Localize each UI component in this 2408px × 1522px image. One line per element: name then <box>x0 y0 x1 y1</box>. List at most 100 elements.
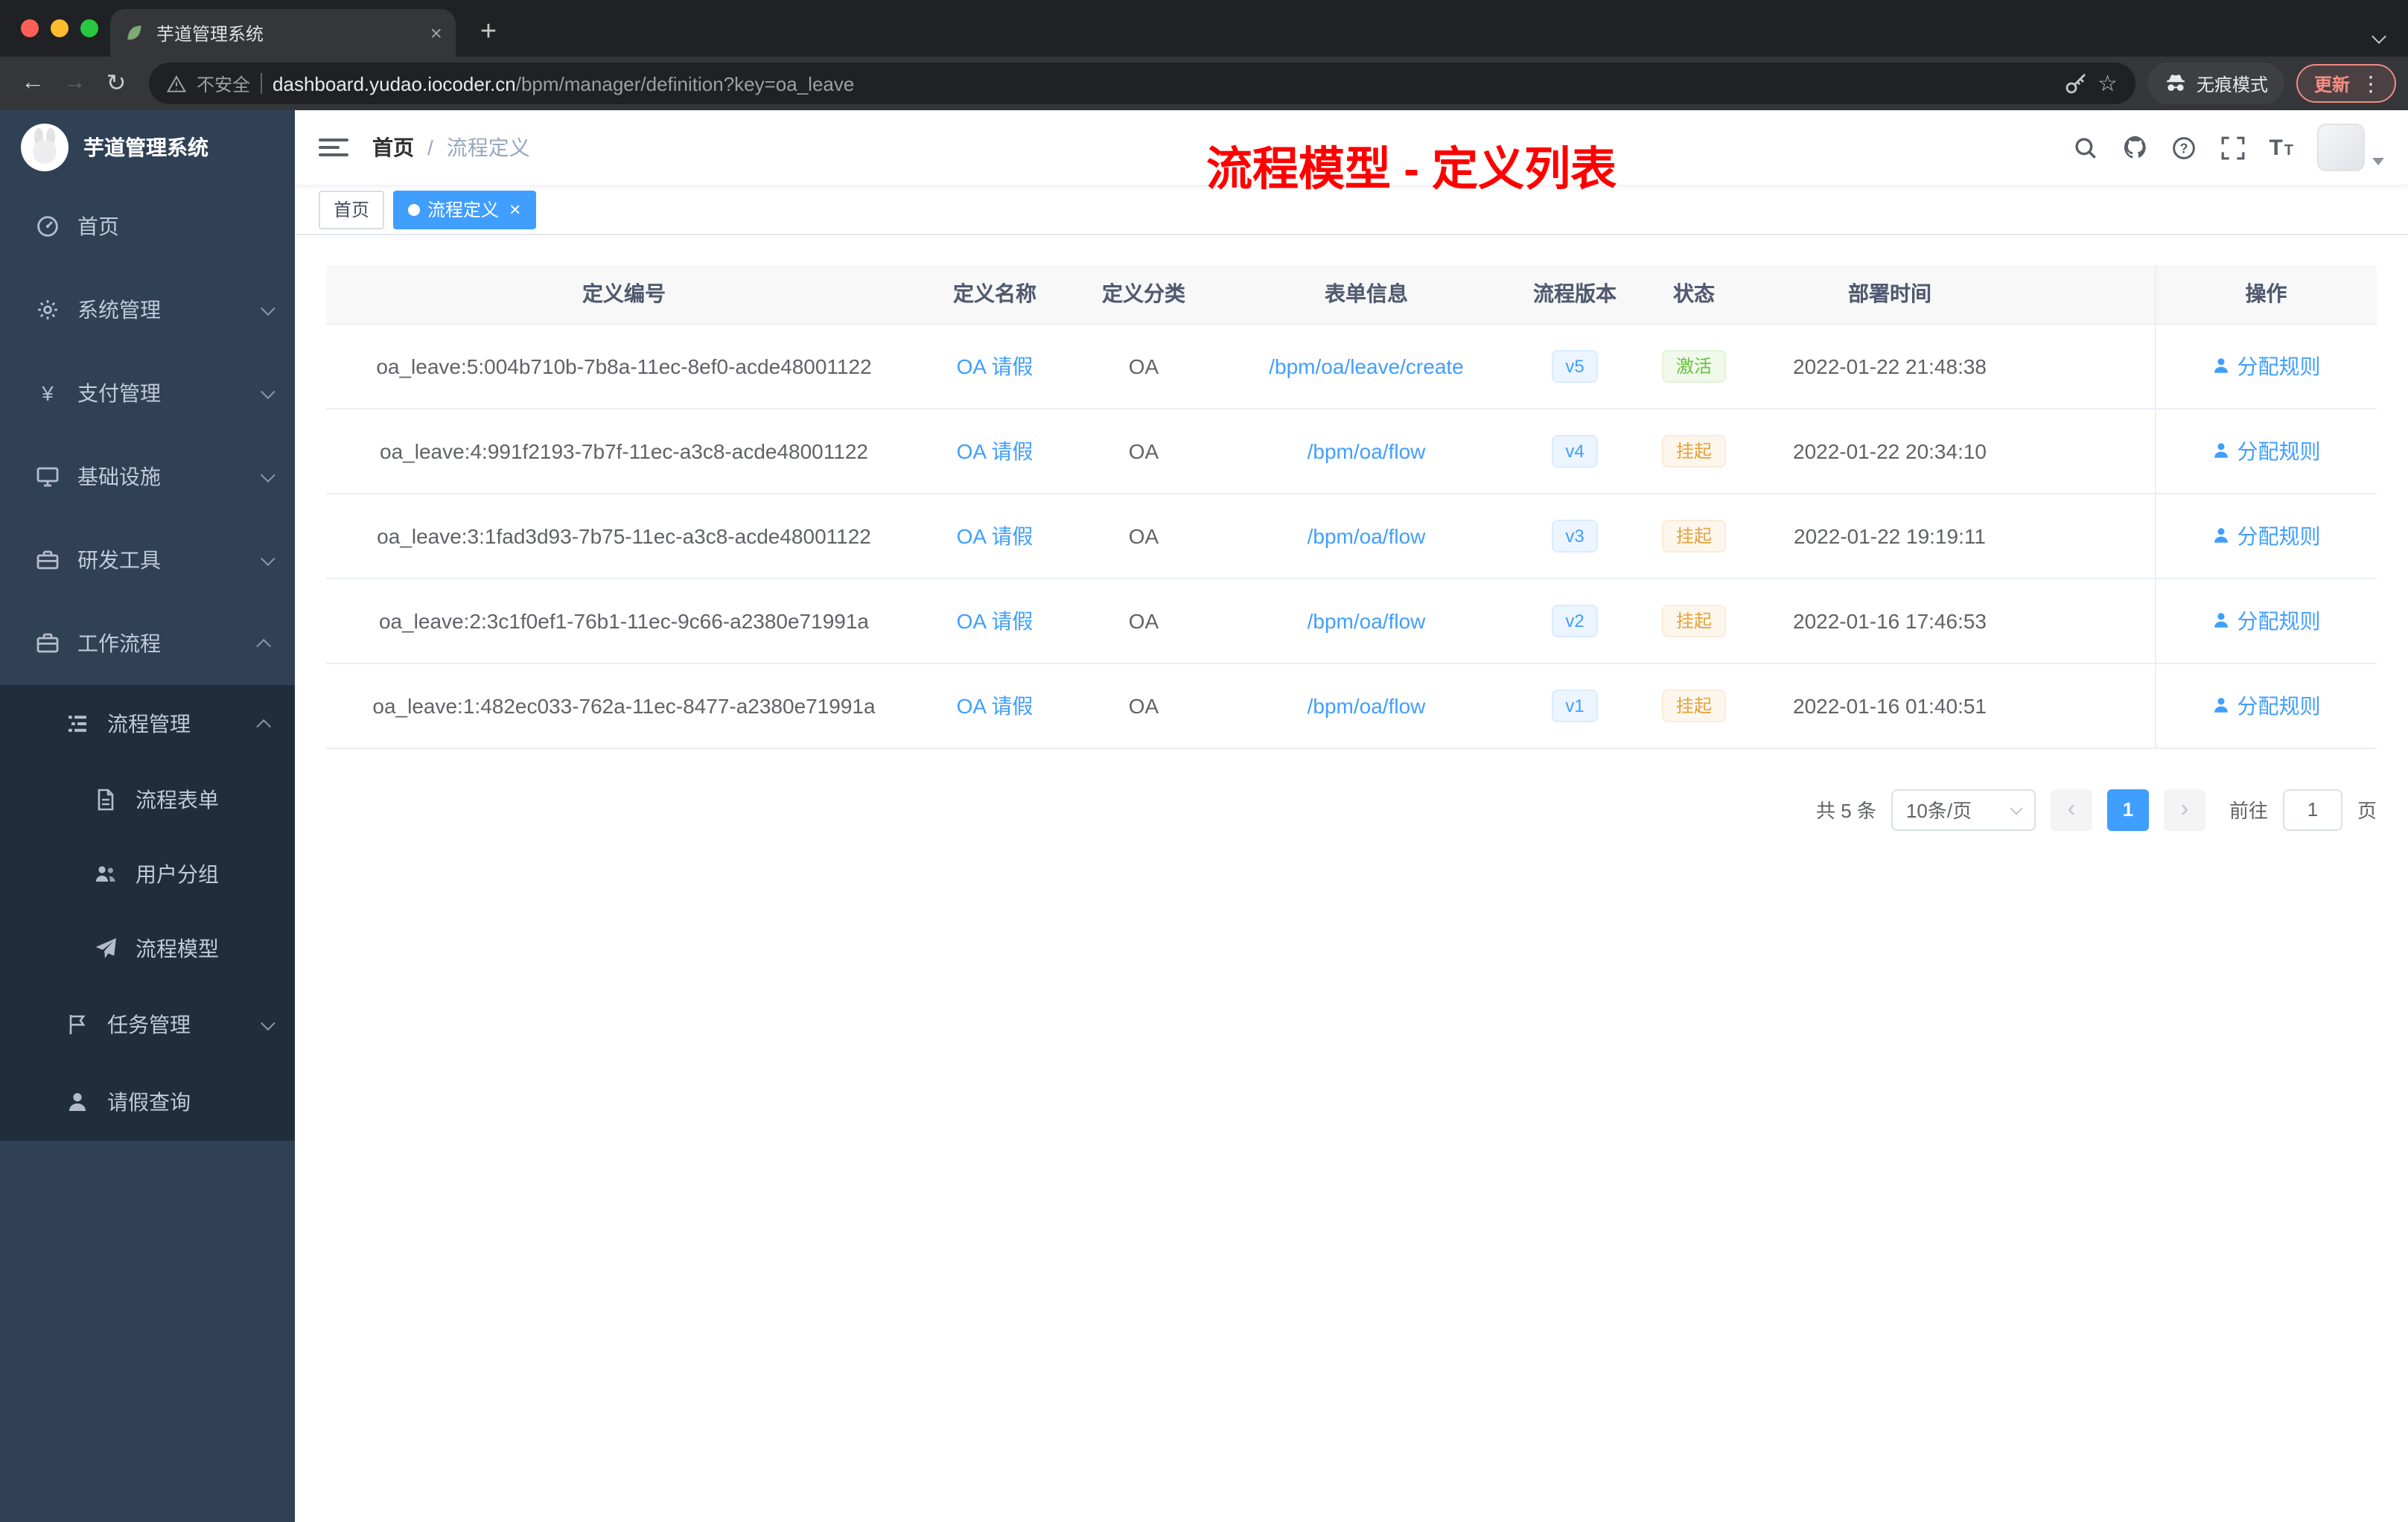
tag-close-icon[interactable]: × <box>509 198 520 220</box>
breadcrumb-home[interactable]: 首页 <box>372 133 414 162</box>
breadcrumb: 首页 / 流程定义 <box>372 133 530 162</box>
chevron-down-icon <box>260 1015 275 1031</box>
assign-rule-link[interactable]: 分配规则 <box>2212 605 2321 635</box>
breadcrumb-current: 流程定义 <box>446 136 530 159</box>
next-page-button[interactable]: › <box>2163 789 2205 830</box>
col-definition-id: 定义编号 <box>326 265 922 324</box>
browser-tab[interactable]: 芋道管理系统 × <box>110 9 456 57</box>
sidebar-item-label: 基础设施 <box>77 465 161 488</box>
definition-name-link[interactable]: OA 请假 <box>957 523 1033 547</box>
form-link[interactable]: /bpm/oa/flow <box>1307 608 1426 632</box>
address-bar[interactable]: 不安全 dashboard.yudao.iocoder.cn/bpm/manag… <box>149 63 2135 104</box>
form-link[interactable]: /bpm/oa/leave/create <box>1269 354 1464 378</box>
cell-category: OA <box>1068 578 1220 663</box>
action-label: 分配规则 <box>2237 523 2321 547</box>
minimize-window-button[interactable] <box>51 19 69 37</box>
cell-filler <box>2028 663 2155 748</box>
url-text[interactable]: dashboard.yudao.iocoder.cn/bpm/manager/d… <box>273 72 2053 95</box>
prev-page-button[interactable]: ‹ <box>2050 789 2092 830</box>
forward-icon[interactable]: → <box>54 63 95 104</box>
maximize-window-button[interactable] <box>80 19 98 37</box>
definition-name-link[interactable]: OA 请假 <box>957 354 1033 378</box>
sidebar-logo[interactable]: 芋道管理系统 <box>0 110 295 185</box>
not-secure-warning-icon <box>167 74 186 93</box>
page-number-current[interactable]: 1 <box>2106 789 2149 830</box>
active-dot <box>408 203 421 215</box>
sidebar-item-process-form[interactable]: 流程表单 <box>0 762 295 837</box>
table-row: oa_leave:5:004b710b-7b8a-11ec-8ef0-acde4… <box>326 323 2377 409</box>
assign-rule-link[interactable]: 分配规则 <box>2212 690 2321 720</box>
menu-kebab-icon[interactable]: ⋮ <box>2360 71 2381 96</box>
sidebar-item-label: 首页 <box>77 214 119 238</box>
briefcase-icon <box>36 631 60 655</box>
sidebar-item-process-model[interactable]: 流程模型 <box>0 911 295 986</box>
sidebar-item-infrastructure[interactable]: 基础设施 <box>0 435 295 518</box>
help-icon[interactable]: ? <box>2170 134 2197 161</box>
status-badge: 挂起 <box>1662 434 1725 467</box>
tag-home[interactable]: 首页 <box>319 190 385 229</box>
definition-name-link[interactable]: OA 请假 <box>957 608 1033 632</box>
security-label[interactable]: 不安全 <box>197 71 250 96</box>
avatar[interactable] <box>2317 124 2365 171</box>
tag-label: 首页 <box>334 200 370 220</box>
omnibox-divider <box>261 73 263 94</box>
incognito-badge[interactable]: 无痕模式 <box>2147 63 2284 104</box>
cell-definition-id: oa_leave:4:991f2193-7b7f-11ec-a3c8-acde4… <box>326 408 922 494</box>
sidebar-item-leave-query[interactable]: 请假查询 <box>0 1063 295 1141</box>
sidebar-item-process-management[interactable]: 流程管理 <box>0 685 295 762</box>
close-window-button[interactable] <box>21 19 39 37</box>
paper-plane-icon <box>94 937 118 961</box>
tab-search-chevron-icon[interactable] <box>2372 22 2386 49</box>
cell-category: OA <box>1068 408 1220 494</box>
sidebar: 芋道管理系统 首页 系统管理 ¥ 支付管理 基础设施 研发工具 工作流程 流程管… <box>0 110 295 1522</box>
table-row: oa_leave:4:991f2193-7b7f-11ec-a3c8-acde4… <box>326 408 2377 494</box>
back-icon[interactable]: ← <box>12 63 54 104</box>
update-button[interactable]: 更新 ⋮ <box>2296 64 2396 103</box>
pagination-total: 共 5 条 <box>1816 800 1876 822</box>
window-controls <box>21 19 98 37</box>
definition-name-link[interactable]: OA 请假 <box>957 439 1033 462</box>
chevron-down-icon <box>260 550 275 566</box>
password-key-icon[interactable] <box>2063 71 2087 95</box>
fullscreen-icon[interactable] <box>2220 134 2246 161</box>
person-icon <box>2214 443 2229 458</box>
user-avatar-wrap[interactable] <box>2317 124 2384 171</box>
hamburger-icon[interactable] <box>319 133 348 162</box>
assign-rule-link[interactable]: 分配规则 <box>2212 351 2321 380</box>
sidebar-item-task-management[interactable]: 任务管理 <box>0 986 295 1063</box>
form-link[interactable]: /bpm/oa/flow <box>1307 523 1426 547</box>
definition-name-link[interactable]: OA 请假 <box>957 693 1033 717</box>
cell-definition-id: oa_leave:2:3c1f0ef1-76b1-11ec-9c66-a2380… <box>326 578 922 663</box>
cell-category: OA <box>1068 323 1220 409</box>
tag-process-definition[interactable]: 流程定义 × <box>393 190 536 229</box>
goto-page-input[interactable] <box>2282 789 2342 830</box>
cell-deploy-time: 2022-01-22 19:19:11 <box>1751 493 2028 579</box>
sidebar-item-home[interactable]: 首页 <box>0 185 295 268</box>
sidebar-item-workflow[interactable]: 工作流程 <box>0 602 295 685</box>
assign-rule-link[interactable]: 分配规则 <box>2212 520 2321 550</box>
cell-filler <box>2028 408 2155 494</box>
breadcrumb-separator: / <box>427 136 433 159</box>
tab-close-icon[interactable]: × <box>430 22 442 43</box>
sidebar-item-system[interactable]: 系统管理 <box>0 268 295 351</box>
bookmark-star-icon[interactable]: ☆ <box>2098 70 2118 97</box>
action-label: 分配规则 <box>2237 439 2321 462</box>
sidebar-item-devtools[interactable]: 研发工具 <box>0 518 295 602</box>
cell-category: OA <box>1068 493 1220 579</box>
github-icon[interactable] <box>2121 134 2148 161</box>
new-tab-button[interactable]: + <box>468 12 509 54</box>
font-size-icon[interactable]: TT <box>2269 135 2295 160</box>
url-path: /bpm/manager/definition?key=oa_leave <box>515 72 855 95</box>
sidebar-item-user-group[interactable]: 用户分组 <box>0 837 295 911</box>
table-row: oa_leave:1:482ec033-762a-11ec-8477-a2380… <box>326 663 2377 748</box>
form-link[interactable]: /bpm/oa/flow <box>1307 693 1426 717</box>
url-domain: dashboard.yudao.iocoder.cn <box>273 72 516 95</box>
search-icon[interactable] <box>2072 134 2099 161</box>
yen-icon: ¥ <box>42 381 54 405</box>
sidebar-item-payment[interactable]: ¥ 支付管理 <box>0 351 295 435</box>
page-size-select[interactable]: 10条/页 <box>1891 789 2036 830</box>
assign-rule-link[interactable]: 分配规则 <box>2212 436 2321 465</box>
form-link[interactable]: /bpm/oa/flow <box>1307 439 1426 462</box>
reload-icon[interactable]: ↻ <box>95 63 137 104</box>
chevron-down-icon <box>2010 801 2023 815</box>
